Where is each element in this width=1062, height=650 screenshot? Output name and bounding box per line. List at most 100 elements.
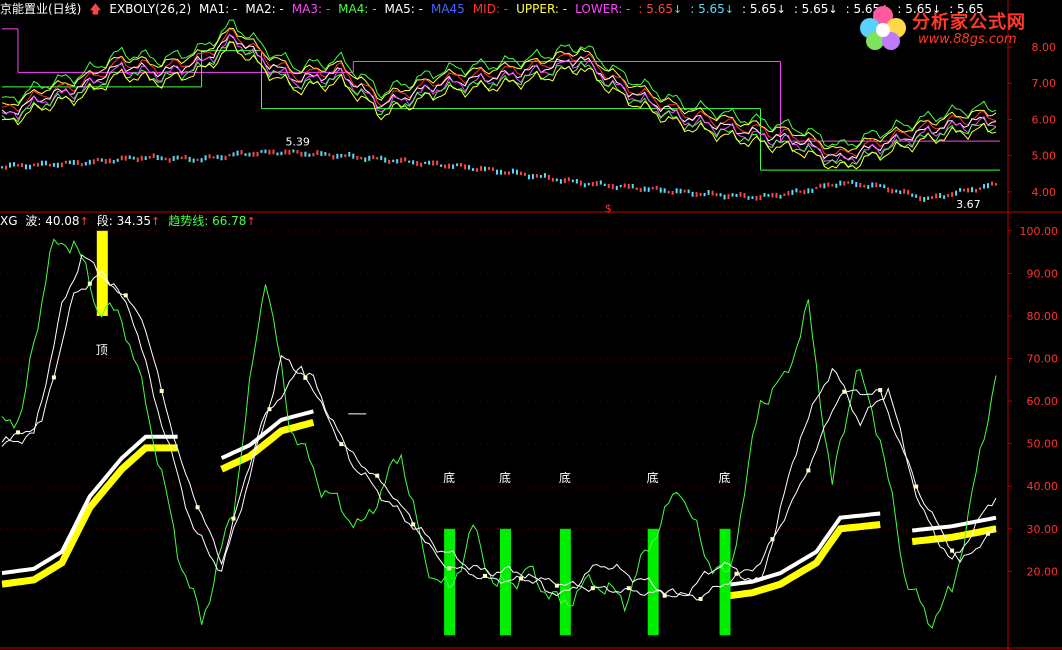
candle: [304, 151, 307, 157]
candle: [276, 152, 279, 156]
candle: [196, 158, 199, 161]
candle: [943, 195, 946, 199]
candle: [499, 169, 502, 175]
candle: [468, 165, 471, 170]
candle: [440, 164, 443, 167]
indicator-value-1: 段: 34.35: [96, 214, 152, 228]
candle: [907, 189, 910, 195]
candle: [983, 184, 986, 189]
indicator-ytick-0: 20.00: [1027, 565, 1059, 578]
candle: [823, 183, 826, 189]
candle: [979, 187, 982, 190]
candle: [603, 183, 606, 186]
candle: [651, 186, 654, 190]
candle: [587, 182, 590, 186]
candle: [539, 174, 542, 178]
candle: [100, 158, 103, 162]
candle: [28, 164, 31, 170]
candle: [320, 151, 323, 157]
candle: [316, 150, 319, 155]
bottom-label-1: 底: [499, 470, 511, 485]
segment-marker: [51, 375, 56, 380]
candle: [220, 155, 223, 161]
candle: [340, 153, 343, 158]
candle: [743, 193, 746, 199]
indicator-ytick-4: 60.00: [1027, 395, 1059, 408]
candle: [547, 174, 550, 180]
candle: [228, 153, 231, 157]
candle: [771, 192, 774, 198]
indicator-value-2: 趋势线: 66.78: [168, 214, 247, 228]
candle: [591, 181, 594, 187]
candle: [975, 188, 978, 193]
candle: [947, 194, 950, 198]
price-value-12: : 5.65: [793, 2, 829, 16]
candle: [687, 189, 690, 194]
candle: [448, 163, 451, 169]
price-annotation-0: 5.39: [285, 136, 310, 149]
candle: [112, 160, 115, 164]
candle: [727, 194, 730, 200]
candle: [535, 174, 538, 178]
candle: [835, 183, 838, 188]
logo-url[interactable]: www.88gs.com: [918, 32, 1017, 47]
flower-logo-icon: [860, 6, 906, 50]
candle: [360, 156, 363, 160]
price-ytick-0: 4.00: [1032, 186, 1057, 199]
indicator-value-0: 波: 40.08: [25, 214, 80, 228]
candle: [352, 153, 355, 159]
candle: [919, 196, 922, 202]
candle: [396, 159, 399, 164]
candle: [280, 151, 283, 156]
candle: [623, 183, 626, 188]
candle: [595, 181, 598, 187]
segment-marker: [950, 548, 955, 553]
candle: [759, 195, 762, 201]
indicator-ytick-8: 100.00: [1020, 225, 1059, 238]
candle: [827, 182, 830, 187]
bottom-signal-bar-2: [559, 528, 571, 636]
candle: [631, 184, 634, 189]
candle: [452, 164, 455, 169]
candle: [408, 160, 411, 163]
candle: [735, 193, 738, 197]
bottom-label-3: 底: [647, 470, 659, 485]
candle: [951, 192, 954, 197]
candle: [60, 162, 63, 168]
candle: [152, 153, 155, 158]
segment-marker: [878, 388, 883, 393]
candle: [895, 189, 898, 193]
candle: [312, 153, 315, 157]
candle: [579, 180, 582, 186]
candle: [971, 187, 974, 193]
candle: [523, 172, 526, 176]
price-value-10: : 5.65: [690, 2, 725, 16]
price-value-arrow-icon: ↓: [828, 3, 838, 16]
price-value-7: UPPER: -: [516, 2, 568, 16]
segment-marker: [195, 505, 200, 510]
candle: [691, 191, 694, 197]
candle: [4, 165, 7, 170]
candle: [811, 188, 814, 193]
indicator-name[interactable]: EXBOLY(26,2): [109, 2, 191, 16]
candle: [120, 155, 123, 161]
indicator-ytick-5: 70.00: [1027, 352, 1059, 365]
price-value-1: MA2: -: [245, 2, 284, 16]
candle: [867, 185, 870, 189]
candle: [388, 159, 391, 164]
candle: [52, 163, 55, 167]
candle: [515, 169, 518, 175]
candle: [711, 190, 714, 196]
candle: [887, 187, 890, 193]
price-value-arrow-icon: ↓: [776, 3, 786, 16]
candle: [104, 159, 107, 164]
candle: [400, 157, 403, 163]
segment-marker: [554, 583, 559, 588]
candle: [543, 173, 546, 178]
candle: [555, 178, 558, 182]
candle: [224, 155, 227, 161]
indicator-ytick-6: 80.00: [1027, 310, 1059, 323]
segment-marker: [267, 407, 272, 412]
segment-marker: [231, 516, 236, 521]
candle: [252, 151, 255, 157]
